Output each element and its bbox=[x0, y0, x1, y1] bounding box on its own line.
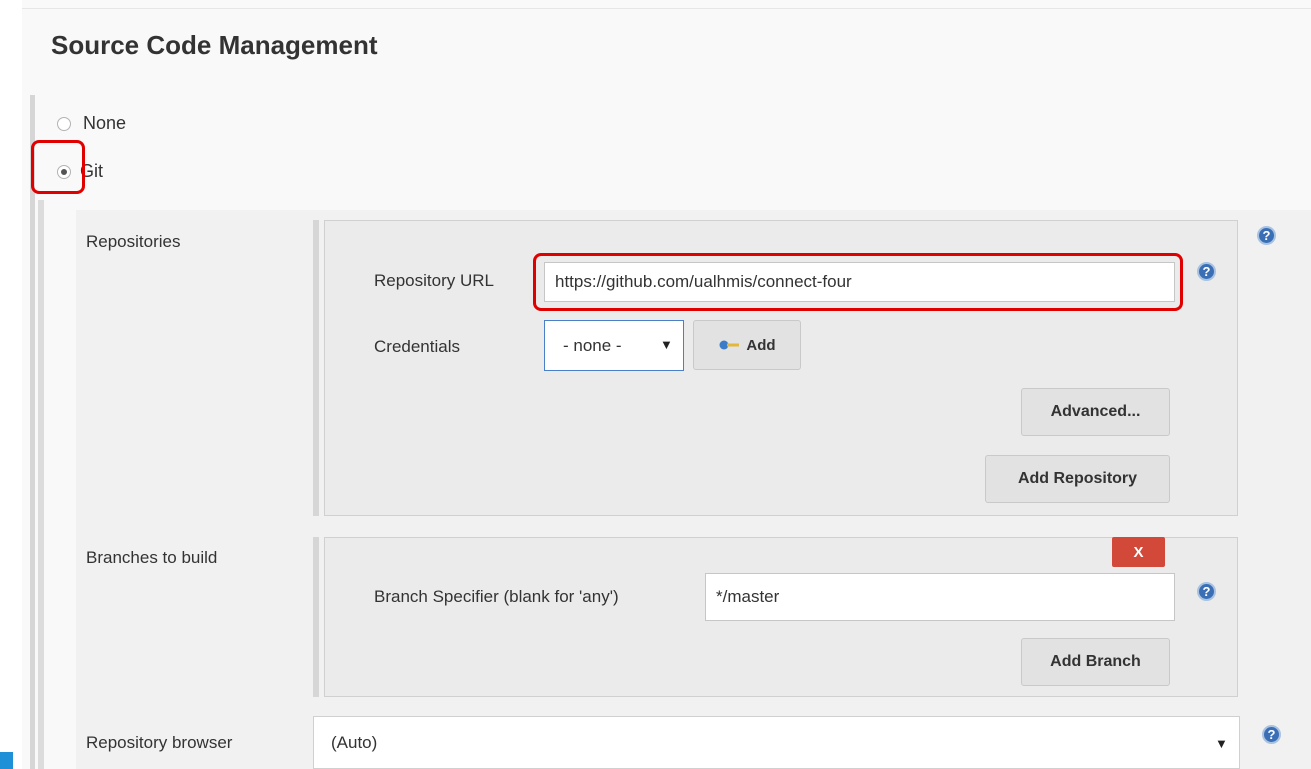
add-branch-button[interactable]: Add Branch bbox=[1021, 638, 1170, 686]
branches-label: Branches to build bbox=[86, 548, 218, 567]
repository-url-highlight bbox=[533, 253, 1183, 311]
radio-none-label: None bbox=[83, 113, 127, 133]
top-divider bbox=[22, 8, 1311, 9]
repository-browser-label: Repository browser bbox=[86, 733, 233, 752]
scm-option-none[interactable]: None bbox=[57, 113, 126, 134]
delete-branch-button[interactable]: X bbox=[1112, 537, 1165, 567]
corner-accent bbox=[0, 752, 13, 769]
branch-specifier-label: Branch Specifier (blank for 'any') bbox=[374, 587, 619, 606]
help-icon[interactable]: ? bbox=[1257, 226, 1276, 245]
help-icon[interactable]: ? bbox=[1197, 262, 1216, 281]
add-repository-button[interactable]: Add Repository bbox=[985, 455, 1170, 503]
branches-panel-bar bbox=[313, 537, 319, 697]
repository-browser-select[interactable]: (Auto) bbox=[313, 716, 1240, 769]
branch-specifier-input[interactable]: */master bbox=[705, 573, 1175, 621]
repositories-panel-bar bbox=[313, 220, 319, 516]
repositories-label: Repositories bbox=[86, 232, 181, 251]
add-credentials-button[interactable]: Add bbox=[693, 320, 801, 370]
key-icon bbox=[719, 340, 740, 350]
section-title: Source Code Management bbox=[51, 30, 378, 60]
credentials-selected: - none - bbox=[563, 335, 622, 355]
git-indent-bar bbox=[38, 200, 44, 769]
help-icon[interactable]: ? bbox=[1262, 725, 1281, 744]
credentials-label: Credentials bbox=[374, 337, 460, 356]
dropdown-arrow-icon: ▼ bbox=[1215, 736, 1228, 751]
radio-none[interactable] bbox=[57, 116, 71, 131]
help-icon[interactable]: ? bbox=[1197, 582, 1216, 601]
repository-browser-selected: (Auto) bbox=[331, 732, 378, 752]
git-radio-highlight bbox=[31, 140, 85, 194]
add-credentials-label: Add bbox=[746, 336, 776, 354]
advanced-button[interactable]: Advanced... bbox=[1021, 388, 1170, 436]
dropdown-arrow-icon: ▼ bbox=[660, 337, 673, 352]
section-indent-bar bbox=[30, 95, 35, 769]
repository-url-label: Repository URL bbox=[374, 271, 494, 290]
